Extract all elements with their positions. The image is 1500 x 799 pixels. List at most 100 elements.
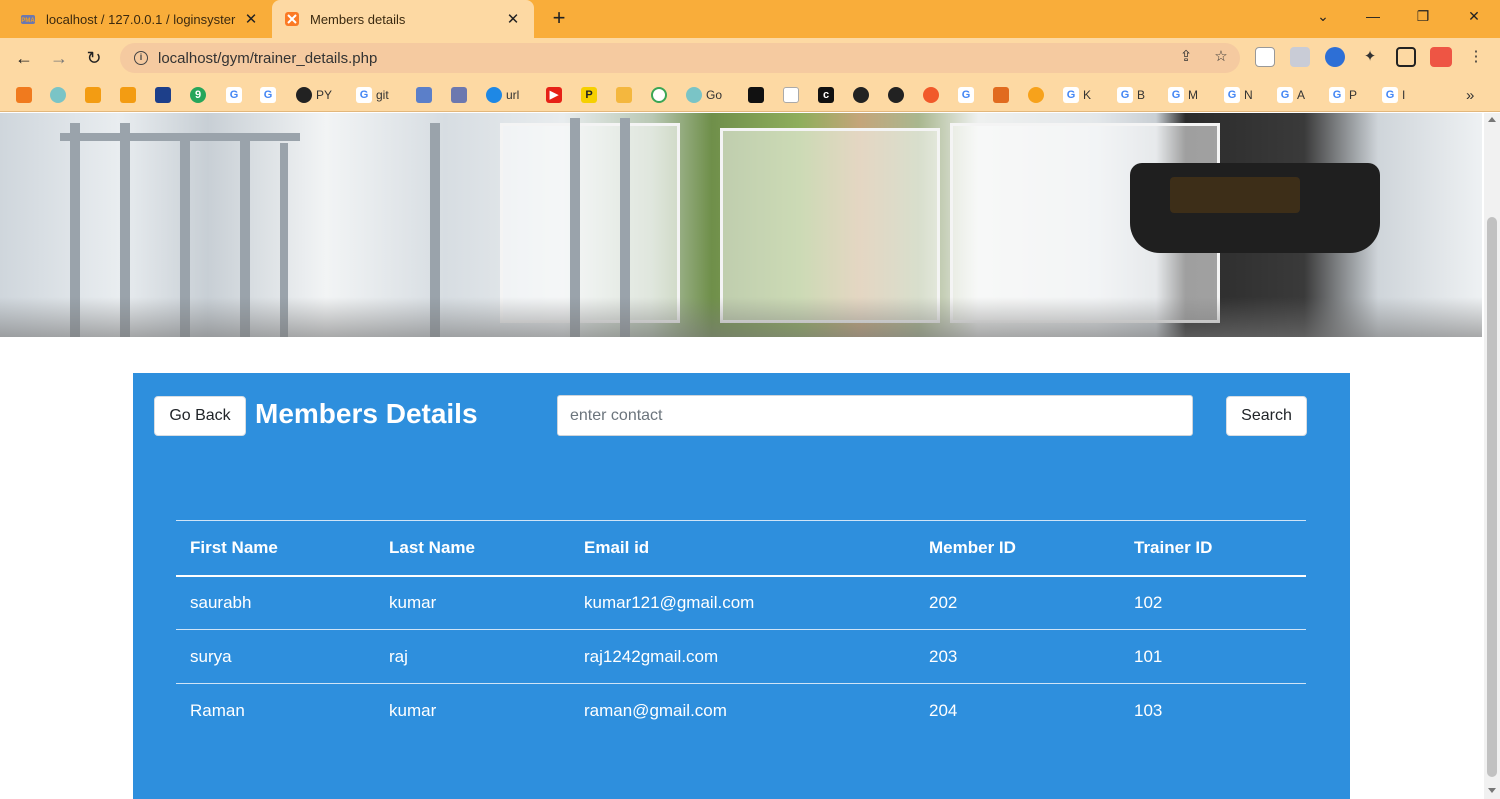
tab-members-details[interactable]: Members details ✕: [272, 0, 534, 38]
bookmark-item[interactable]: [993, 85, 1013, 105]
share-icon[interactable]: ⇪: [1176, 47, 1196, 67]
close-tab-icon[interactable]: ✕: [504, 10, 522, 28]
extensions-puzzle-icon[interactable]: ✦: [1360, 47, 1380, 67]
bookmark-item[interactable]: [853, 85, 873, 105]
close-tab-icon[interactable]: ✕: [242, 10, 260, 28]
bookmark-item[interactable]: [85, 85, 105, 105]
scroll-down-icon[interactable]: [1488, 788, 1496, 793]
page-viewport: Go Back Members Details Search First Nam…: [0, 113, 1484, 799]
bookmark-icon: [923, 87, 939, 103]
go-back-button[interactable]: Go Back: [154, 396, 246, 436]
address-bar[interactable]: i localhost/gym/trainer_details.php: [120, 43, 1240, 73]
bookmark-label: N: [1244, 88, 1253, 102]
bookmark-item[interactable]: [783, 85, 803, 105]
google-icon: G: [1382, 87, 1398, 103]
panda-extension-icon[interactable]: [1255, 47, 1275, 67]
more-bookmarks-icon[interactable]: »: [1466, 85, 1474, 105]
star-icon[interactable]: ☆: [1211, 47, 1231, 67]
bookmark-item[interactable]: c: [818, 85, 838, 105]
page-title: Members Details: [255, 398, 478, 429]
bookmark-item[interactable]: [416, 85, 436, 105]
bookmark-git[interactable]: Ggit: [356, 85, 389, 105]
bookmark-item[interactable]: [923, 85, 943, 105]
bookmark-p[interactable]: GP: [1329, 85, 1357, 105]
bookmark-icon: 9: [190, 87, 206, 103]
tab-phpmyadmin[interactable]: PMA localhost / 127.0.0.1 / loginsyster …: [8, 0, 272, 38]
floor-decoration: [0, 297, 1482, 337]
bookmark-icon: [748, 87, 764, 103]
members-panel: Go Back Members Details Search First Nam…: [133, 373, 1350, 799]
cell-last-name: kumar: [375, 575, 570, 630]
contact-search-input[interactable]: [557, 395, 1193, 436]
translate-extension-icon[interactable]: [1325, 47, 1345, 67]
bookmark-py[interactable]: PY: [296, 85, 332, 105]
page-scrollbar[interactable]: [1484, 113, 1500, 799]
google-icon: G: [356, 87, 372, 103]
google-icon: G: [226, 87, 242, 103]
cell-last-name: raj: [375, 629, 570, 684]
profile-extension-icon[interactable]: [1290, 47, 1310, 67]
new-tab-button[interactable]: +: [546, 6, 572, 32]
bookmark-item[interactable]: G: [260, 85, 280, 105]
bookmark-item[interactable]: G: [958, 85, 978, 105]
minimize-icon[interactable]: —: [1348, 0, 1398, 34]
bookmark-item[interactable]: [748, 85, 768, 105]
bookmark-n[interactable]: GN: [1224, 85, 1253, 105]
bookmark-url[interactable]: url: [486, 85, 519, 105]
scrollbar-thumb[interactable]: [1487, 217, 1497, 777]
bookmark-item[interactable]: [616, 85, 636, 105]
bookmark-item[interactable]: G: [226, 85, 246, 105]
bookmark-icon: [616, 87, 632, 103]
cell-email: kumar121@gmail.com: [570, 575, 915, 630]
bookmark-m[interactable]: GM: [1168, 85, 1198, 105]
phpmyadmin-icon: [451, 87, 467, 103]
bookmark-item[interactable]: [120, 85, 140, 105]
xampp-icon: [284, 11, 300, 27]
google-icon: G: [1277, 87, 1293, 103]
reload-icon[interactable]: ↻: [82, 46, 106, 70]
bookmark-a[interactable]: GA: [1277, 85, 1305, 105]
bookmark-item[interactable]: P: [581, 85, 601, 105]
tab-search-chevron-icon[interactable]: ⌄: [1298, 0, 1348, 34]
google-icon: G: [1063, 87, 1079, 103]
window-close-icon[interactable]: ✕: [1449, 0, 1499, 34]
side-panel-icon[interactable]: [1396, 47, 1416, 67]
site-info-icon[interactable]: i: [134, 51, 148, 65]
bookmark-item[interactable]: [1028, 85, 1048, 105]
bookmark-k[interactable]: GK: [1063, 85, 1091, 105]
bookmark-icon: [85, 87, 101, 103]
tab-title: localhost / 127.0.0.1 / loginsyster: [46, 11, 236, 27]
bookmark-label: PY: [316, 88, 333, 102]
bookmark-icon: [50, 87, 66, 103]
bookmark-icon: [416, 87, 432, 103]
scroll-up-icon[interactable]: [1488, 117, 1496, 122]
bookmark-item[interactable]: ▶: [546, 85, 566, 105]
members-table: First Name Last Name Email id Member ID …: [176, 520, 1306, 738]
recording-extension-icon[interactable]: [1430, 47, 1452, 67]
menu-kebab-icon[interactable]: ⋮: [1466, 47, 1486, 67]
cell-first-name: surya: [176, 629, 375, 684]
google-icon: G: [1117, 87, 1133, 103]
bookmark-item[interactable]: [16, 85, 36, 105]
toolbar: ← → ↻ i localhost/gym/trainer_details.ph…: [0, 38, 1500, 78]
bookmark-i[interactable]: GI: [1382, 85, 1405, 105]
forward-icon[interactable]: →: [47, 46, 71, 70]
bookmark-item[interactable]: [651, 85, 671, 105]
bookmark-item[interactable]: 9: [190, 85, 210, 105]
bookmark-item[interactable]: [888, 85, 908, 105]
github-icon: [296, 87, 312, 103]
bookmark-icon: [651, 87, 667, 103]
bookmark-item[interactable]: [155, 85, 175, 105]
search-button[interactable]: Search: [1226, 396, 1307, 436]
column-header-email: Email id: [570, 520, 915, 577]
cell-last-name: kumar: [389, 700, 437, 720]
restore-icon[interactable]: ❐: [1398, 0, 1448, 34]
bookmark-label: git: [376, 88, 389, 102]
cell-trainer-id: 101: [1120, 629, 1306, 684]
bookmark-b[interactable]: GB: [1117, 85, 1145, 105]
bookmark-go[interactable]: Go: [686, 85, 722, 105]
back-icon[interactable]: ←: [12, 46, 36, 70]
bookmark-item[interactable]: [451, 85, 471, 105]
bookmark-item[interactable]: [50, 85, 70, 105]
bookmark-label: url: [506, 88, 520, 102]
